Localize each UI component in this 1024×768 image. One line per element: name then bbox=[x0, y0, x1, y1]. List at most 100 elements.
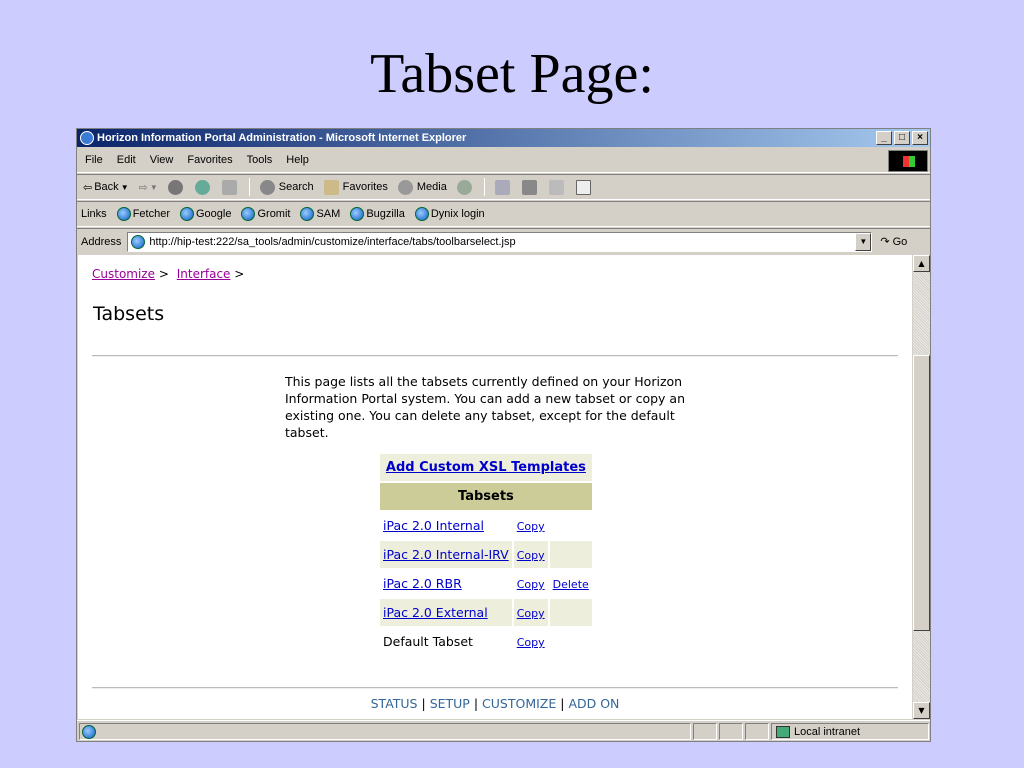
table-row: iPac 2.0 External Copy bbox=[380, 599, 592, 626]
copy-link[interactable]: Copy bbox=[517, 549, 545, 562]
media-button[interactable]: Media bbox=[397, 179, 447, 195]
tabset-link[interactable]: iPac 2.0 Internal-IRV bbox=[383, 547, 509, 562]
slide-title: Tabset Page: bbox=[370, 43, 654, 105]
menu-file[interactable]: File bbox=[85, 154, 103, 166]
media-icon bbox=[397, 179, 413, 195]
footer-status-link[interactable]: STATUS bbox=[371, 696, 418, 711]
zone-cell: Local intranet bbox=[771, 723, 929, 740]
address-bar: Address http://hip-test:222/sa_tools/adm… bbox=[77, 228, 930, 254]
tabset-name: Default Tabset bbox=[383, 634, 473, 649]
ie-icon bbox=[80, 131, 94, 145]
tabsets-table: Add Custom XSL Templates Tabsets iPac 2.… bbox=[378, 452, 594, 657]
close-button[interactable]: × bbox=[912, 131, 928, 145]
delete-link[interactable]: Delete bbox=[553, 578, 589, 591]
link-gromit[interactable]: Gromit bbox=[241, 207, 290, 221]
link-label: Gromit bbox=[257, 207, 291, 220]
edit-icon[interactable] bbox=[548, 179, 564, 195]
copy-link[interactable]: Copy bbox=[517, 578, 545, 591]
link-bugzilla[interactable]: Bugzilla bbox=[350, 207, 405, 221]
go-label: Go bbox=[892, 235, 908, 248]
scroll-down-icon[interactable]: ▼ bbox=[913, 702, 930, 719]
back-button[interactable]: ⇦ Back ▼ bbox=[83, 181, 129, 194]
page-description: This page lists all the tabsets currentl… bbox=[285, 374, 685, 440]
scroll-up-icon[interactable]: ▲ bbox=[913, 255, 930, 272]
favorites-button[interactable]: Favorites bbox=[323, 179, 388, 195]
link-sam[interactable]: SAM bbox=[300, 207, 340, 221]
chevron-down-icon[interactable]: ▼ bbox=[855, 232, 872, 251]
minimize-button[interactable]: _ bbox=[876, 131, 892, 145]
ie-page-icon bbox=[414, 207, 429, 221]
forward-arrow-icon: ⇨ bbox=[138, 181, 148, 194]
scrollbar-thumb[interactable] bbox=[913, 355, 930, 631]
menu-help[interactable]: Help bbox=[286, 154, 309, 166]
menu-view[interactable]: View bbox=[150, 154, 174, 166]
mail-icon[interactable] bbox=[494, 179, 510, 195]
print-icon[interactable] bbox=[521, 179, 537, 195]
breadcrumb-separator: > bbox=[158, 267, 169, 281]
add-custom-xsl-templates-link[interactable]: Add Custom XSL Templates bbox=[386, 460, 586, 475]
history-icon[interactable] bbox=[456, 179, 472, 195]
table-header: Tabsets bbox=[380, 483, 592, 510]
footer-customize-link[interactable]: CUSTOMIZE bbox=[482, 696, 556, 711]
link-label: SAM bbox=[316, 207, 341, 220]
footer-add-on-link[interactable]: ADD ON bbox=[568, 696, 619, 711]
link-dynix-login[interactable]: Dynix login bbox=[414, 207, 485, 221]
table-row: iPac 2.0 RBR Copy Delete bbox=[380, 570, 592, 597]
links-bar: Links Fetcher Google Gromit SAM Bugzilla… bbox=[77, 201, 930, 227]
copy-link[interactable]: Copy bbox=[517, 520, 545, 533]
menu-tools[interactable]: Tools bbox=[247, 154, 273, 166]
copy-link[interactable]: Copy bbox=[517, 607, 545, 620]
discuss-icon[interactable] bbox=[575, 179, 591, 195]
stop-icon[interactable] bbox=[167, 179, 183, 195]
tabset-link[interactable]: iPac 2.0 External bbox=[383, 605, 488, 620]
go-button[interactable]: ↷ Go bbox=[880, 235, 908, 249]
ie-page-icon bbox=[350, 207, 365, 221]
ie-page-icon bbox=[82, 725, 96, 739]
menu-edit[interactable]: Edit bbox=[117, 154, 136, 166]
title-bar: Horizon Information Portal Administratio… bbox=[77, 129, 930, 147]
delete-cell bbox=[549, 599, 592, 626]
footer-separator: | bbox=[473, 696, 479, 711]
breadcrumb-interface[interactable]: Interface bbox=[177, 267, 231, 281]
tabset-link[interactable]: iPac 2.0 Internal bbox=[383, 518, 484, 533]
menu-favorites[interactable]: Favorites bbox=[187, 154, 232, 166]
address-label: Address bbox=[81, 235, 122, 248]
refresh-icon[interactable] bbox=[194, 179, 210, 195]
address-url: http://hip-test:222/sa_tools/admin/custo… bbox=[149, 235, 516, 248]
footer-setup-link[interactable]: SETUP bbox=[430, 696, 470, 711]
divider bbox=[92, 687, 898, 689]
table-row: Default Tabset Copy bbox=[380, 628, 592, 655]
breadcrumb: Customize > Interface > bbox=[92, 267, 244, 281]
intranet-icon bbox=[776, 725, 790, 738]
status-bar: Local intranet bbox=[77, 720, 930, 741]
ie-page-icon bbox=[131, 234, 146, 249]
tabset-link[interactable]: iPac 2.0 RBR bbox=[383, 576, 462, 591]
toolbar-divider bbox=[483, 178, 485, 196]
favorites-label: Favorites bbox=[342, 181, 388, 193]
forward-button[interactable]: ⇨ ▼ bbox=[139, 181, 158, 194]
copy-link[interactable]: Copy bbox=[517, 636, 545, 649]
search-button[interactable]: Search bbox=[259, 179, 314, 195]
link-google[interactable]: Google bbox=[179, 207, 231, 221]
breadcrumb-customize[interactable]: Customize bbox=[92, 267, 155, 281]
link-fetcher[interactable]: Fetcher bbox=[116, 207, 170, 221]
table-row: iPac 2.0 Internal-IRV Copy bbox=[380, 541, 592, 568]
page-title: Tabsets bbox=[93, 303, 165, 325]
address-input[interactable]: http://hip-test:222/sa_tools/admin/custo… bbox=[127, 231, 873, 252]
ie-page-icon bbox=[179, 207, 194, 221]
link-label: Bugzilla bbox=[366, 207, 405, 220]
back-arrow-icon: ⇦ bbox=[83, 181, 93, 194]
chevron-down-icon[interactable]: ▼ bbox=[121, 183, 129, 192]
vertical-scrollbar[interactable]: ▲ ▼ bbox=[913, 255, 930, 719]
media-label: Media bbox=[416, 181, 447, 193]
ie-page-icon bbox=[300, 207, 315, 221]
chevron-down-icon[interactable]: ▼ bbox=[150, 183, 158, 192]
browser-window: Horizon Information Portal Administratio… bbox=[76, 128, 931, 742]
home-icon[interactable] bbox=[221, 179, 237, 195]
page-content: Customize > Interface > Tabsets This pag… bbox=[78, 255, 912, 719]
footer-separator: | bbox=[421, 696, 426, 711]
maximize-button[interactable]: □ bbox=[894, 131, 910, 145]
footer-separator: | bbox=[560, 696, 565, 711]
toolbar-divider bbox=[248, 178, 250, 196]
menu-bar: File Edit View Favorites Tools Help bbox=[77, 147, 930, 173]
